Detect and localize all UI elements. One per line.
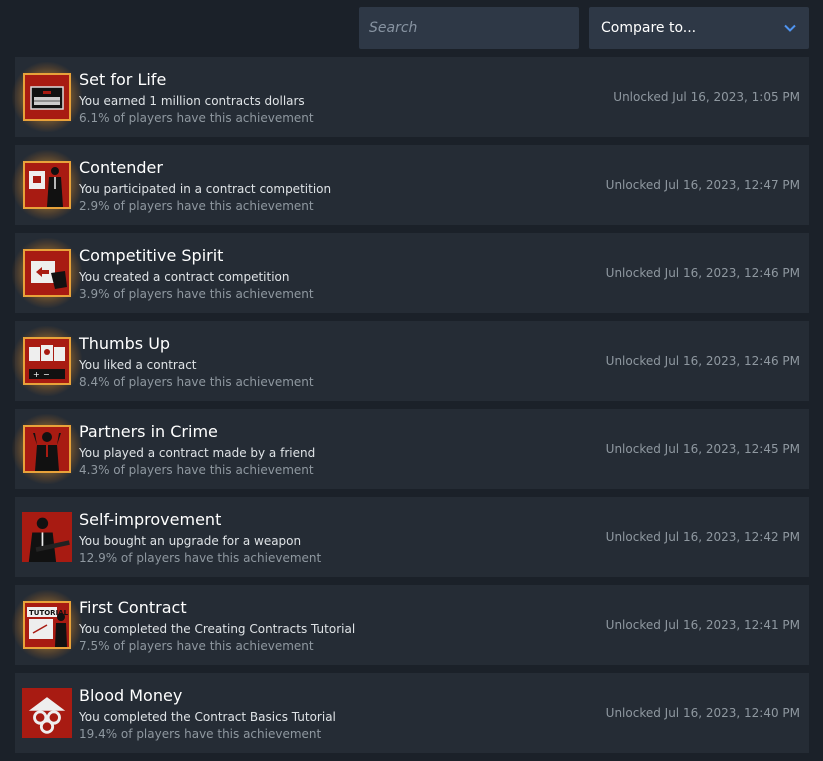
achievement-percent: 8.4% of players have this achievement	[79, 375, 314, 389]
achievement-description: You created a contract competition	[79, 270, 290, 284]
achievement-title: Blood Money	[79, 686, 183, 705]
agent-with-rifle-icon	[22, 512, 72, 562]
achievement-icon-wrap	[12, 238, 82, 308]
achievement-percent: 19.4% of players have this achievement	[79, 727, 322, 741]
achievement-title: Partners in Crime	[79, 422, 218, 441]
achievement-percent: 7.5% of players have this achievement	[79, 639, 314, 653]
achievement-row: Partners in Crime You played a contract …	[12, 409, 809, 489]
achievement-list: Set for Life You earned 1 million contra…	[12, 57, 809, 761]
achievement-icon-wrap	[18, 508, 76, 566]
briefcase-icon	[23, 73, 71, 121]
achievement-unlock-time: Unlocked Jul 16, 2023, 12:47 PM	[605, 178, 800, 192]
agent-with-board-icon	[23, 161, 71, 209]
achievement-icon-wrap	[12, 414, 82, 484]
achievement-title: Contender	[79, 158, 163, 177]
achievement-description: You liked a contract	[79, 358, 197, 372]
achievement-description: You bought an upgrade for a weapon	[79, 534, 302, 548]
achievement-unlock-time: Unlocked Jul 16, 2023, 12:40 PM	[605, 706, 800, 720]
achievement-icon-wrap: TUTORIAL	[12, 590, 82, 660]
achievement-percent: 2.9% of players have this achievement	[79, 199, 314, 213]
achievement-description: You completed the Creating Contracts Tut…	[79, 622, 356, 636]
achievement-row: Contender You participated in a contract…	[12, 145, 809, 225]
achievement-unlock-time: Unlocked Jul 16, 2023, 12:42 PM	[605, 530, 800, 544]
tutorial-board-icon: TUTORIAL	[23, 601, 71, 649]
achievement-title: Set for Life	[79, 70, 167, 89]
achievement-description: You participated in a contract competiti…	[79, 182, 332, 196]
achievement-icon-wrap: + −	[12, 326, 82, 396]
achievement-row: + − Thumbs Up You liked a contract 8.4% …	[12, 321, 809, 401]
toolbar: Compare to...	[0, 0, 823, 57]
chevron-down-icon	[784, 24, 796, 32]
achievement-percent: 6.1% of players have this achievement	[79, 111, 314, 125]
achievement-unlock-time: Unlocked Jul 16, 2023, 12:45 PM	[605, 442, 800, 456]
achievement-percent: 3.9% of players have this achievement	[79, 287, 314, 301]
achievement-title: Competitive Spirit	[79, 246, 224, 265]
achievement-description: You earned 1 million contracts dollars	[79, 94, 305, 108]
svg-text:+: +	[33, 370, 40, 379]
achievement-unlock-time: Unlocked Jul 16, 2023, 12:46 PM	[605, 266, 800, 280]
achievement-description: You completed the Contract Basics Tutori…	[79, 710, 336, 724]
coins-hand-icon	[22, 688, 72, 738]
achievement-title: First Contract	[79, 598, 187, 617]
achievement-unlock-time: Unlocked Jul 16, 2023, 12:46 PM	[605, 354, 800, 368]
achievement-description: You played a contract made by a friend	[79, 446, 316, 460]
compare-dropdown[interactable]: Compare to...	[589, 7, 809, 49]
achievement-icon-wrap	[18, 684, 76, 742]
achievement-title: Thumbs Up	[79, 334, 171, 353]
agent-silhouette-icon	[23, 425, 71, 473]
hand-with-card-icon	[23, 249, 71, 297]
achievement-row: Competitive Spirit You created a contrac…	[12, 233, 809, 313]
achievement-title: Self-improvement	[79, 510, 222, 529]
compare-label: Compare to...	[601, 20, 697, 36]
svg-text:−: −	[43, 370, 50, 379]
achievement-icon-wrap	[12, 150, 82, 220]
achievement-icon-wrap	[12, 62, 82, 132]
achievement-unlock-time: Unlocked Jul 16, 2023, 12:41 PM	[605, 618, 800, 632]
achievement-percent: 4.3% of players have this achievement	[79, 463, 314, 477]
search-input[interactable]	[359, 7, 579, 49]
achievement-row: Self-improvement You bought an upgrade f…	[15, 497, 809, 577]
achievement-row: TUTORIAL First Contract You completed th…	[12, 585, 809, 665]
achievement-row: Blood Money You completed the Contract B…	[15, 673, 809, 753]
achievement-unlock-time: Unlocked Jul 16, 2023, 1:05 PM	[613, 90, 800, 104]
achievement-percent: 12.9% of players have this achievement	[79, 551, 322, 565]
achievement-row: Set for Life You earned 1 million contra…	[12, 57, 809, 137]
rating-cards-icon: + −	[23, 337, 71, 385]
